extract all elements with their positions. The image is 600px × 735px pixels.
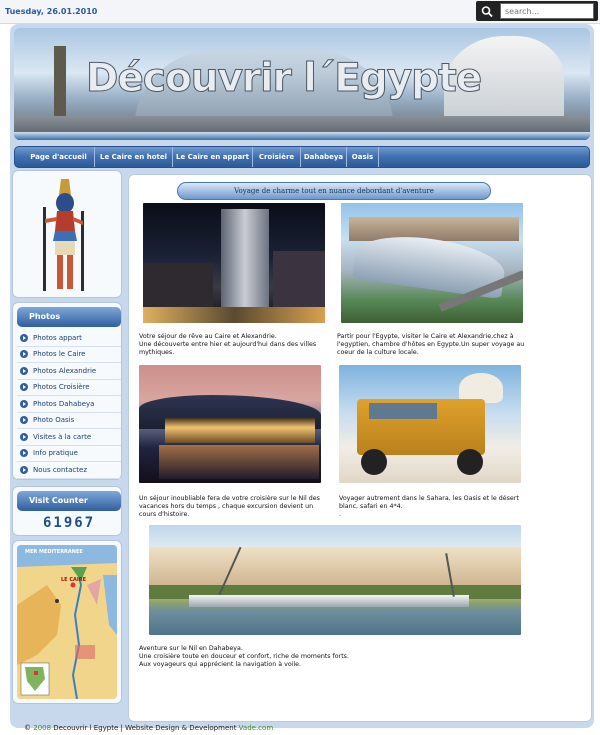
cruise-caption: Un séjour inoubliable fera de votre croi… [139, 495, 320, 518]
link-label: Visites à la carte [33, 432, 92, 441]
main-content: Voyage de charme tout en nuance debordan… [128, 174, 592, 722]
photos-link-list: Photos appart Photos le Caire Photos Ale… [17, 330, 121, 479]
windshield-shape [369, 403, 437, 419]
search-box [476, 1, 598, 21]
dahabeya-image[interactable] [149, 525, 521, 635]
wheel-shape [457, 449, 483, 475]
search-icon[interactable] [480, 5, 495, 18]
link-label: Photo Oasis [33, 416, 75, 425]
link-label: Photos Dahabeya [33, 399, 95, 408]
copyright-symbol: © [24, 724, 31, 732]
link-label: Photos appart [33, 333, 82, 342]
arrow-bullet-icon [20, 333, 28, 342]
footer-credit-link[interactable]: Vade.com [239, 724, 273, 732]
sidebar-link-visites[interactable]: Visites à la carte [17, 429, 121, 446]
link-label: Nous contactez [33, 465, 88, 474]
footer-year: 2008 [33, 724, 52, 732]
map-city-label: LE CAIRE [61, 577, 87, 583]
city-lights-shape [143, 307, 325, 323]
link-label: Photos le Caire [33, 350, 86, 359]
alexandria-caption: Partir pour l'Egypte, visiter le Caire e… [337, 333, 525, 356]
visit-counter-box: Visit Counter 61967 [12, 486, 122, 536]
page-frame: Découvrir l´Egypte Page d'accueil Le Cai… [10, 24, 594, 728]
nav-cairo-apartment[interactable]: Le Caire en appart [173, 147, 253, 167]
photos-title: Photos [17, 307, 121, 327]
sidebar-link-photo-oasis[interactable]: Photo Oasis [17, 413, 121, 429]
nav-oasis[interactable]: Oasis [347, 147, 379, 167]
arrow-bullet-icon [20, 366, 28, 375]
building-shape [273, 251, 325, 309]
nav-home[interactable]: Page d'accueil [23, 147, 95, 167]
arrow-bullet-icon [20, 432, 28, 441]
egypt-map-box: MER MEDITERRANEE LE CAIRE [12, 540, 122, 704]
arrow-bullet-icon [20, 350, 28, 359]
sidebar-link-photos-alexandrie[interactable]: Photos Alexandrie [17, 363, 121, 380]
search-input[interactable] [500, 3, 594, 19]
photos-box: Photos Photos appart Photos le Caire Pho… [12, 302, 122, 480]
sidebar-link-photos-croisiere[interactable]: Photos Croisière [17, 380, 121, 396]
footer: © 2008 Decouvrir l Egypte | Website Desi… [24, 724, 273, 732]
site-title: Découvrir l´Egypte [85, 56, 482, 102]
cairo-caption: Votre séjour de rêve au Caire et Alexand… [139, 333, 317, 356]
building-shape [143, 263, 213, 311]
sidebar-link-photos-caire[interactable]: Photos le Caire [17, 347, 121, 363]
desert-jeep-image[interactable] [339, 365, 521, 483]
banner-stripe [14, 132, 590, 140]
footer-text: Decouvrir l Egypte | Website Design & De… [51, 724, 239, 732]
link-label: Info pratique [33, 449, 78, 458]
arrow-bullet-icon [20, 383, 28, 392]
nav-dahabeya[interactable]: Dahabeya [301, 147, 347, 167]
sidebar-link-info[interactable]: Info pratique [17, 446, 121, 462]
dahabeya-boat-shape [189, 595, 469, 607]
link-label: Photos Croisière [33, 383, 90, 392]
horus-figure-image [43, 179, 84, 291]
top-bar: Tuesday, 26.01.2010 [0, 0, 600, 24]
header-banner: Découvrir l´Egypte [14, 28, 590, 140]
link-label: Photos Alexandrie [33, 366, 97, 375]
cruise-ship-shape [165, 417, 315, 443]
main-nav: Page d'accueil Le Caire en hotel Le Cair… [14, 146, 590, 168]
arrow-bullet-icon [20, 449, 28, 458]
egypt-map-image[interactable]: MER MEDITERRANEE LE CAIRE [17, 545, 117, 699]
visit-counter-value: 61967 [43, 515, 96, 531]
wheel-shape [361, 449, 387, 475]
dahabeya-caption: Aventure sur le Nil en Dahabeya. Une cro… [139, 645, 349, 668]
content-heading: Voyage de charme tout en nuance debordan… [177, 182, 491, 200]
water-reflection-shape [159, 445, 319, 479]
alexandria-library-image[interactable] [341, 203, 523, 323]
desert-caption: Voyager autrement dans le Sahara, les Oa… [339, 495, 519, 518]
current-date: Tuesday, 26.01.2010 [5, 7, 98, 16]
nav-cruise[interactable]: Croisière [253, 147, 301, 167]
nav-cairo-hotel[interactable]: Le Caire en hotel [95, 147, 173, 167]
egypt-map-drawing [17, 545, 117, 699]
visit-counter-title: Visit Counter [17, 491, 121, 511]
map-sea-label: MER MEDITERRANEE [25, 549, 83, 555]
sidebar-link-photos-dahabeya[interactable]: Photos Dahabeya [17, 396, 121, 413]
arrow-bullet-icon [20, 416, 28, 425]
cairo-night-image[interactable] [143, 203, 325, 323]
sidebar-link-photos-appart[interactable]: Photos appart [17, 330, 121, 347]
tower-shape [221, 209, 269, 309]
horus-box [12, 170, 122, 298]
sidebar-link-contact[interactable]: Nous contactez [17, 462, 121, 479]
arrow-bullet-icon [20, 465, 28, 474]
nile-cruise-image[interactable] [139, 365, 321, 483]
city-skyline-shape [349, 217, 519, 241]
arrow-bullet-icon [20, 399, 28, 408]
